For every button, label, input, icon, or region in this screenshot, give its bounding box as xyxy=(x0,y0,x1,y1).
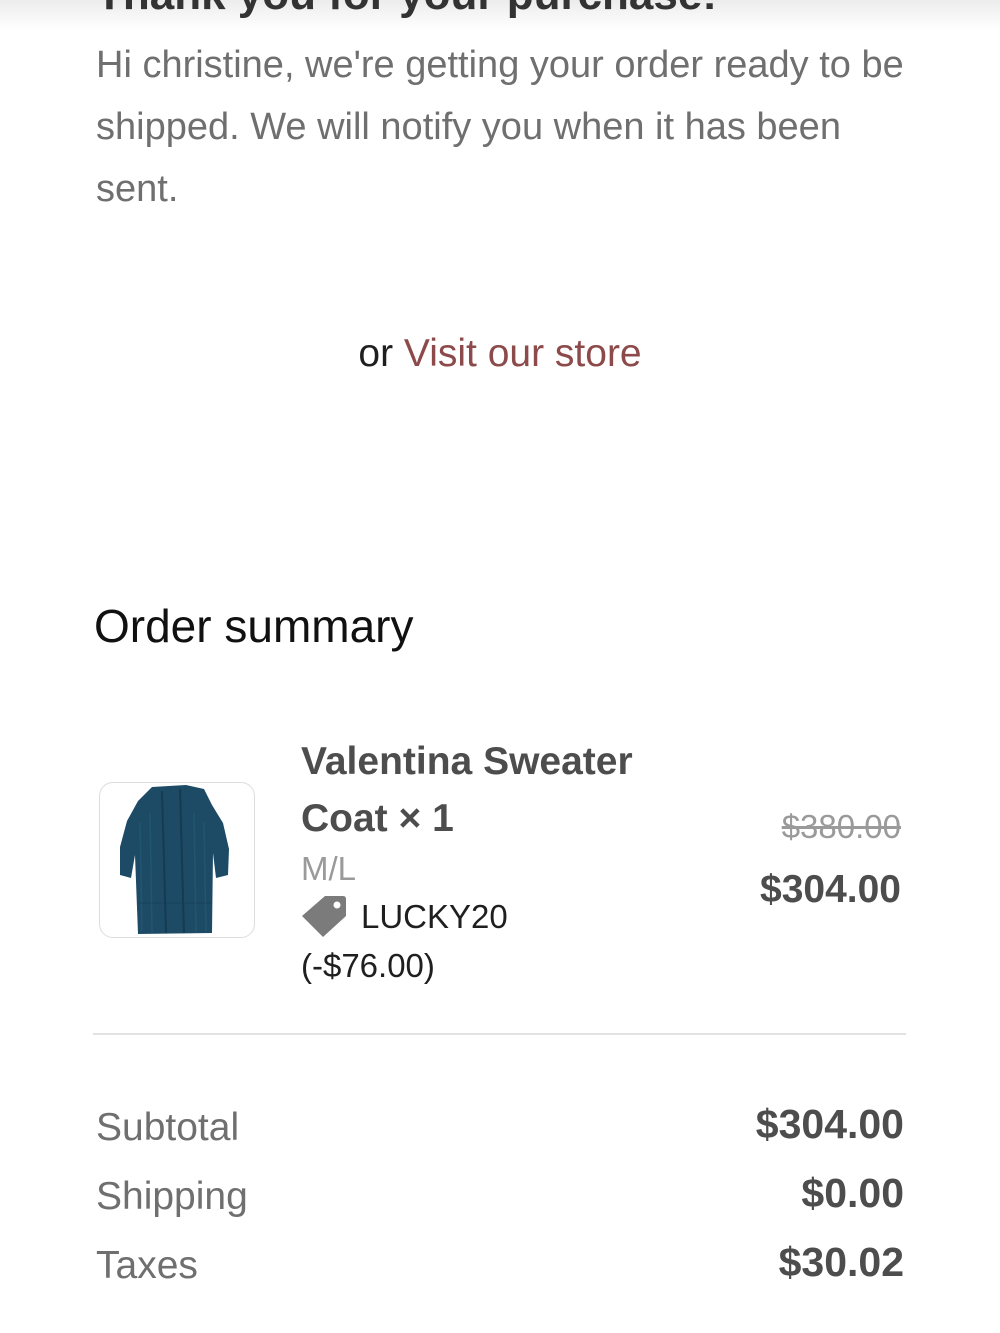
visit-store-link[interactable]: Visit our store xyxy=(404,332,642,375)
product-variant: M/L xyxy=(301,850,357,887)
or-label: or xyxy=(358,332,394,375)
discount-line: LUCKY20 (-$76.00) xyxy=(301,892,601,990)
tag-icon xyxy=(301,894,347,938)
sweater-coat-image xyxy=(120,785,229,934)
divider xyxy=(93,1033,906,1035)
shipping-label: Shipping xyxy=(96,1175,248,1218)
subtotal-value: $304.00 xyxy=(755,1101,904,1147)
discounted-price: $304.00 xyxy=(760,868,901,911)
taxes-value: $30.02 xyxy=(778,1239,904,1285)
subtotal-label: Subtotal xyxy=(96,1106,240,1149)
visit-store-row: or Visit our store xyxy=(0,328,1000,380)
product-thumbnail xyxy=(99,782,255,938)
shipping-value: $0.00 xyxy=(801,1170,904,1216)
taxes-row: Taxes $30.02 xyxy=(96,1238,904,1294)
shipping-row: Shipping $0.00 xyxy=(96,1169,904,1225)
subtotal-row: Subtotal $304.00 xyxy=(96,1100,904,1156)
original-price: $380.00 xyxy=(781,808,901,845)
taxes-label: Taxes xyxy=(96,1244,198,1287)
product-name: Valentina Sweater Coat × 1 xyxy=(301,740,633,840)
order-summary-title: Order summary xyxy=(94,600,414,652)
order-confirmation-message: Hi christine, we're getting your order r… xyxy=(96,44,904,210)
page-heading: Thank you for your purchase! xyxy=(96,0,717,20)
